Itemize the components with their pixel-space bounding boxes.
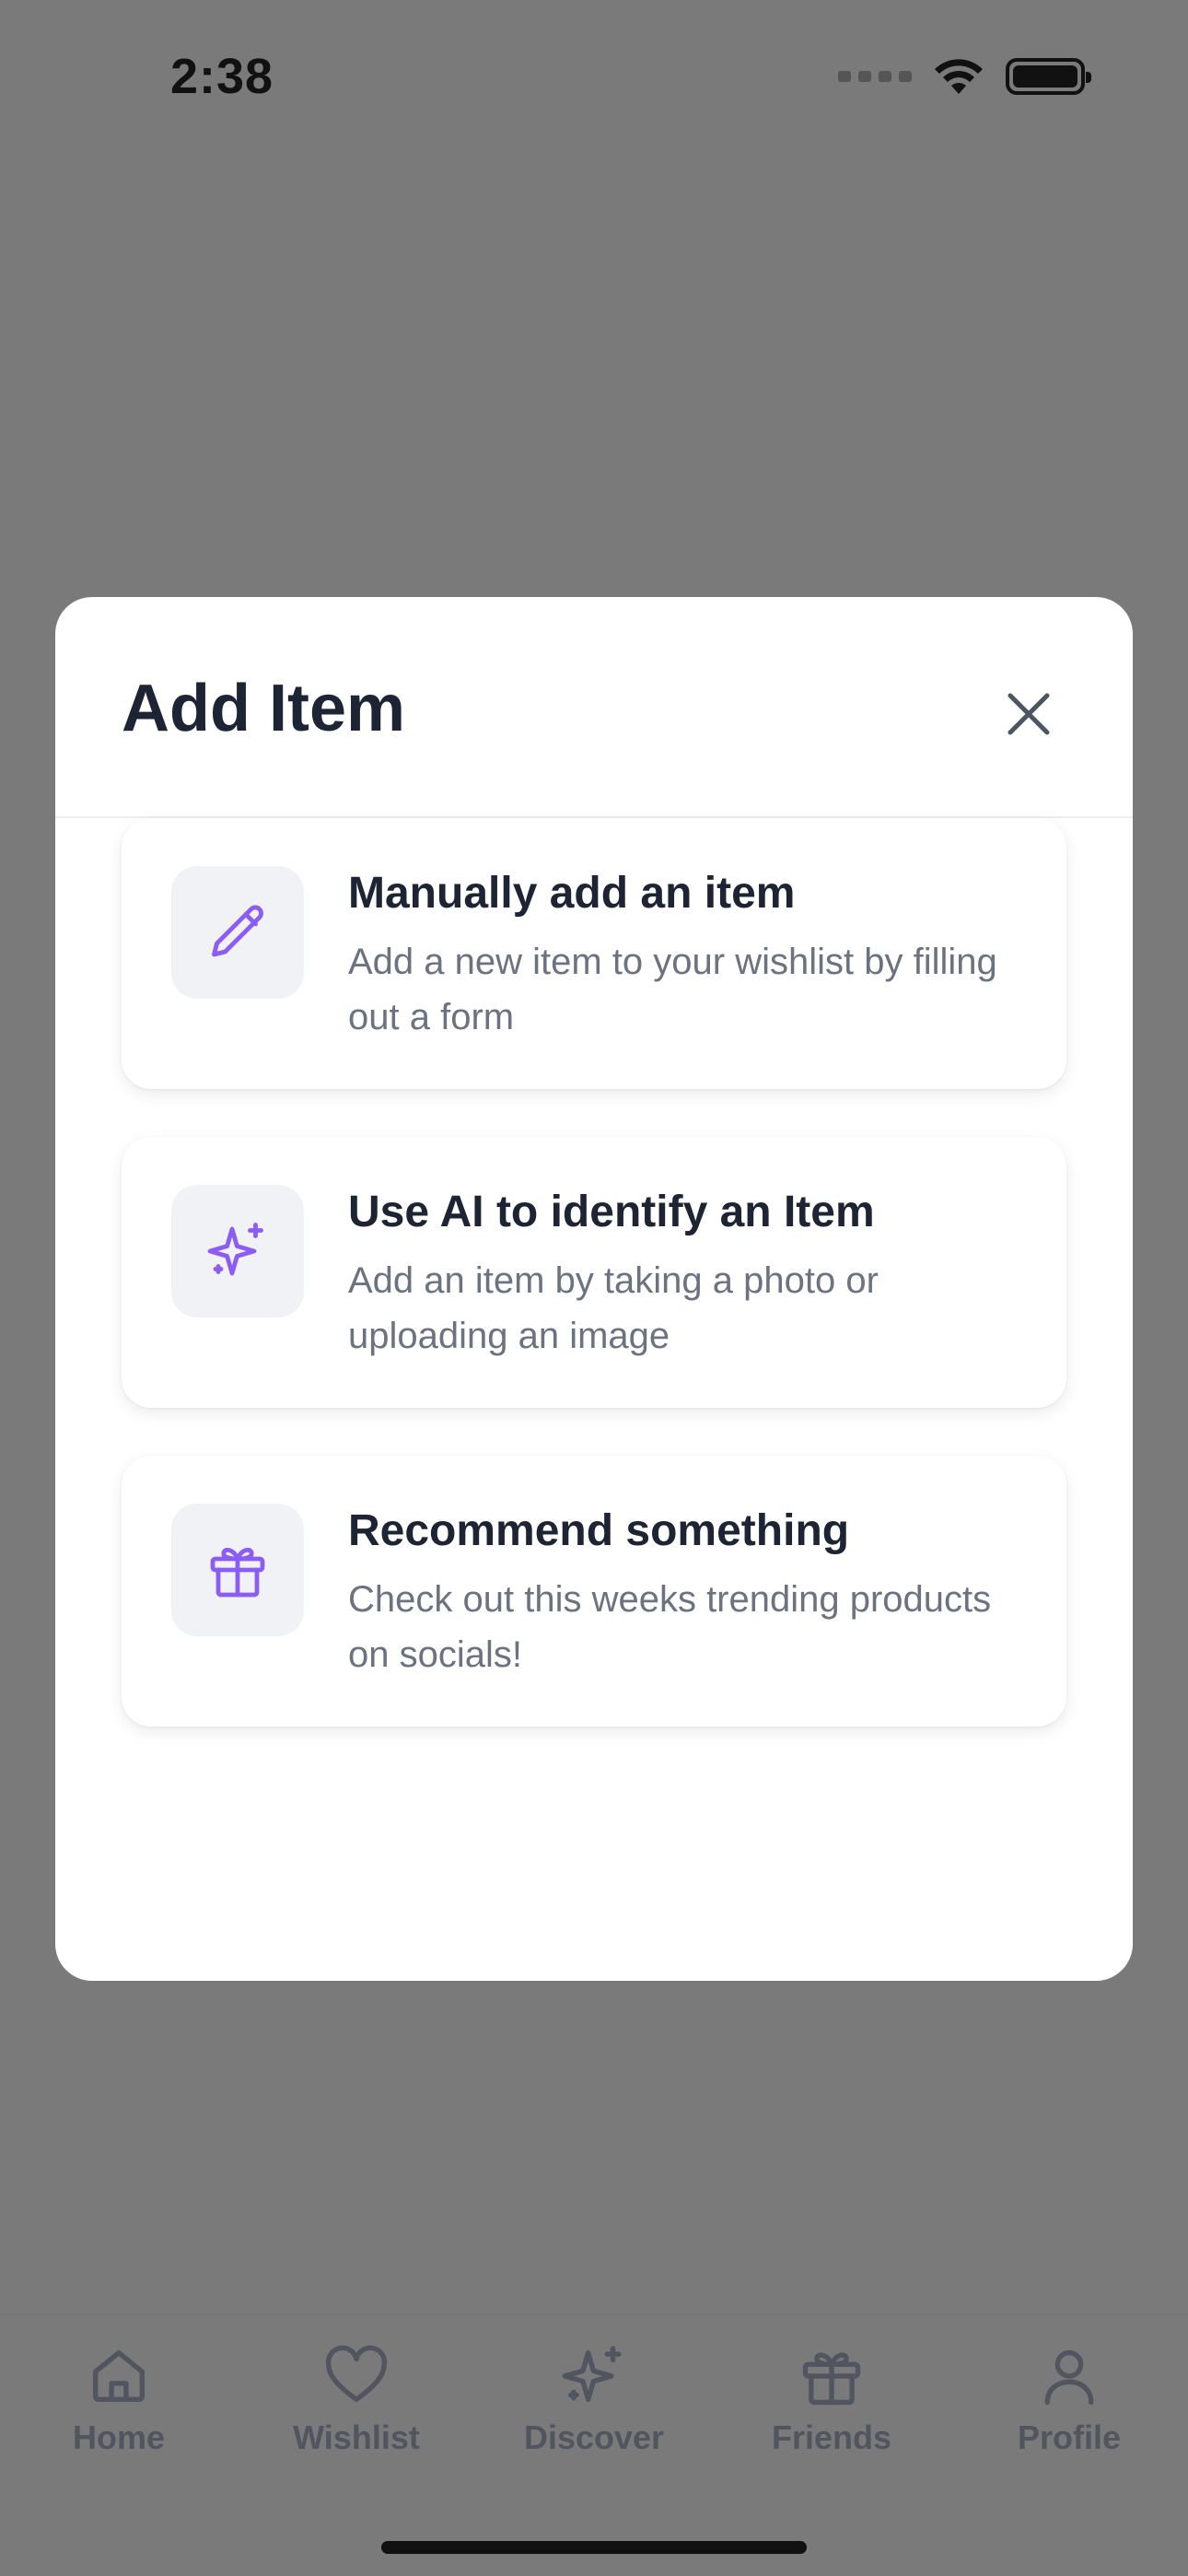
tab-label: Home	[72, 2418, 166, 2456]
add-item-modal: Add Item Manually add an item Add a new …	[55, 597, 1133, 1981]
wifi-icon	[935, 59, 983, 94]
option-manual-add[interactable]: Manually add an item Add a new item to y…	[122, 818, 1066, 1089]
option-title: Use AI to identify an Item	[348, 1188, 875, 1236]
sparkles-icon	[562, 2346, 622, 2403]
close-button[interactable]	[996, 682, 1061, 746]
option-recommend[interactable]: Recommend something Check out this weeks…	[122, 1456, 1066, 1727]
cellular-signal-icon	[838, 71, 912, 82]
status-icons	[838, 57, 1091, 96]
status-time: 2:38	[170, 49, 274, 104]
option-icon-box	[171, 1504, 304, 1636]
option-title: Recommend something	[348, 1506, 850, 1555]
pencil-icon	[212, 905, 263, 957]
tab-bar: Home Wishlist Discover Friends Profile	[0, 2314, 1188, 2500]
tab-wishlist[interactable]: Wishlist	[264, 2315, 448, 2500]
status-bar: 2:38	[0, 0, 1188, 157]
modal-title: Add Item	[122, 672, 406, 745]
tab-home[interactable]: Home	[27, 2315, 211, 2500]
option-title: Manually add an item	[348, 869, 796, 918]
battery-icon	[1006, 58, 1091, 95]
tab-label: Profile	[1017, 2418, 1122, 2456]
add-options-list: Manually add an item Add a new item to y…	[122, 818, 1066, 1774]
gift-icon	[802, 2352, 861, 2406]
gift-icon	[210, 1548, 265, 1598]
tab-label: Wishlist	[293, 2418, 420, 2456]
option-description: Add a new item to your wishlist by filli…	[348, 942, 997, 1037]
close-icon	[1007, 693, 1050, 735]
user-icon	[1044, 2349, 1094, 2406]
option-icon-box	[171, 866, 304, 999]
home-indicator[interactable]	[381, 2541, 807, 2554]
sparkles-icon	[207, 1223, 263, 1276]
tab-label: Friends	[771, 2418, 892, 2456]
tab-profile[interactable]: Profile	[977, 2315, 1161, 2500]
modal-header: Add Item	[55, 597, 1133, 818]
option-description: Check out this weeks trending products o…	[348, 1579, 992, 1675]
tab-label: Discover	[523, 2418, 665, 2456]
option-icon-box	[171, 1185, 304, 1317]
option-description: Add an item by taking a photo or uploadi…	[348, 1260, 879, 1356]
tab-friends[interactable]: Friends	[740, 2315, 924, 2500]
option-ai-identify[interactable]: Use AI to identify an Item Add an item b…	[122, 1137, 1066, 1408]
heart-icon	[325, 2345, 388, 2403]
app-screen: 2:38 Add Item Manually add an item Add a…	[0, 0, 1188, 2576]
home-icon	[92, 2349, 146, 2403]
tab-discover[interactable]: Discover	[502, 2315, 686, 2500]
